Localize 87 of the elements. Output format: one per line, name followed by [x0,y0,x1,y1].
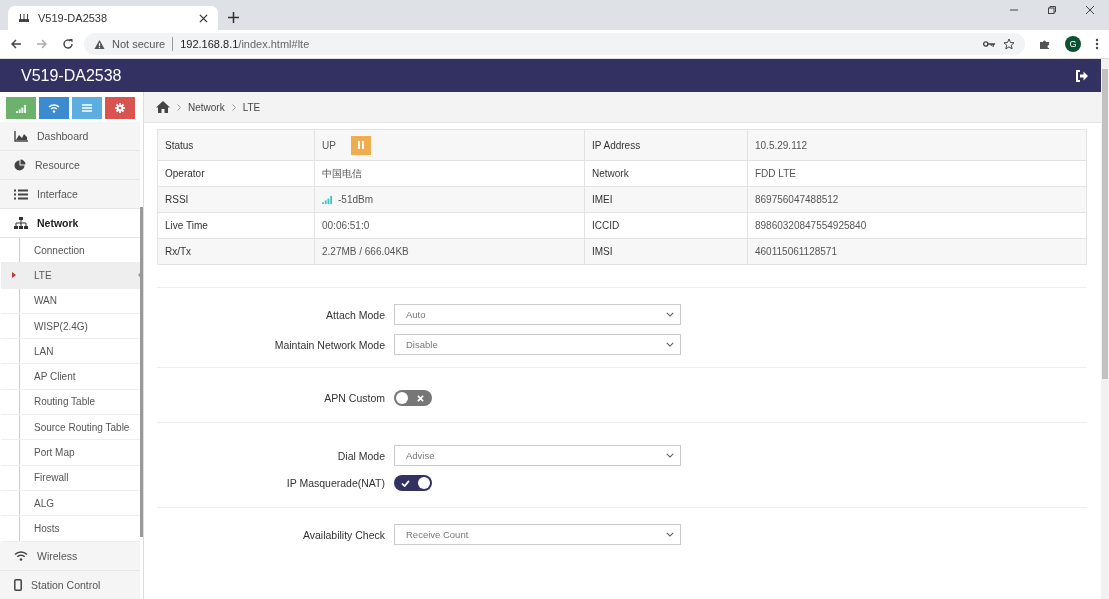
sidebar-item[interactable]: Interface [0,180,140,209]
close-icon[interactable] [1085,5,1095,15]
chevron-down-icon [666,532,674,537]
back-arrow-icon[interactable] [10,38,22,50]
checkmark-icon [401,479,410,487]
wifi-icon [14,550,28,562]
list-icon [14,188,28,200]
table-cell: 460115061128571 [747,238,1087,265]
field-label: Maintain Network Mode [273,338,385,351]
scrollbar[interactable] [1101,59,1109,599]
router-icon [18,12,30,24]
menu-icon [82,103,92,113]
dropdown[interactable]: Receive Count [394,524,681,545]
sidebar-item[interactable]: Dashboard [0,122,140,151]
chevron-down-icon [666,453,674,458]
table-cell: 10.5.29.112 [747,129,1087,161]
key-icon[interactable] [983,40,996,48]
table-cell: -51dBm [338,193,373,205]
pie-chart-icon [14,159,26,171]
sitemap-icon [14,217,28,229]
warning-icon [94,38,105,50]
table-cell: Operator [157,160,315,187]
dropdown[interactable]: Disable [394,334,681,355]
dropdown[interactable]: Advise [394,445,681,466]
pause-icon [356,141,365,149]
field-label: Attach Mode [325,308,385,321]
chevron-icon [177,103,181,111]
table-cell: UP [322,139,336,151]
table-cell: Status [157,129,315,161]
field-label: Availability Check [301,528,385,541]
restore-icon[interactable] [1047,5,1057,15]
close-icon[interactable] [199,13,208,23]
table-cell: IMEI [584,186,748,213]
address-bar[interactable]: Not secure 192.168.8.1/index.html#lte [84,33,1025,55]
star-icon[interactable] [1003,38,1015,50]
profile-avatar[interactable]: G [1065,36,1081,52]
table-cell: 2.27MB / 666.04KB [322,246,409,257]
scrollbar[interactable] [140,207,143,537]
signal-icon [15,103,27,113]
sidebar-subitem[interactable]: LTE [1,263,140,289]
field-label: APN Custom [323,392,385,404]
field-label: IP Masquerade(NAT) [285,477,385,489]
device-title: V519-DA2538 [21,66,122,85]
security-label: Not secure [112,38,166,50]
quick-button[interactable] [39,97,69,119]
sidebar-item[interactable]: Resource [0,151,140,180]
cross-icon [417,394,424,402]
toggle-switch[interactable] [394,475,432,491]
table-cell: IP Address [584,129,748,161]
chevron-down-icon [666,312,674,317]
table-cell: RSSI [157,186,315,213]
quick-button[interactable] [6,97,36,119]
breadcrumb-item[interactable]: Network [188,101,225,113]
table-cell: Rx/Tx [157,238,315,265]
caret-icon [12,272,16,279]
browser-tab[interactable]: V519-DA2538 [8,6,218,30]
table-cell: ICCID [584,212,748,239]
chevron-icon [231,103,236,111]
table-cell: 中国电信 [322,166,362,181]
table-cell: Network [584,160,748,187]
dropdown[interactable]: Auto [394,304,681,325]
plus-icon[interactable] [228,12,239,23]
sidebar-item[interactable]: Station Control [0,570,140,599]
table-cell: Live Time [157,212,315,239]
field-label: Dial Mode [336,449,385,462]
settings-icon [115,103,125,113]
toggle-switch[interactable] [394,390,432,406]
chevron-down-icon [666,342,674,347]
phone-icon [14,578,22,591]
sidebar-item[interactable]: Wireless [0,541,140,571]
table-cell: 00:06:51:0 [322,220,370,231]
tab-title: V519-DA2538 [38,12,109,24]
area-chart-icon [14,130,28,142]
menu-icon[interactable] [1095,38,1099,50]
url-text: 192.168.8.1/index.html#lte [180,38,310,50]
table-cell: 89860320847554925840 [747,212,1087,239]
home-icon[interactable] [156,101,170,113]
table-cell: FDD LTE [747,160,1087,187]
signal-icon [322,194,333,204]
reload-icon[interactable] [62,38,74,50]
table-cell: 869756047488512 [747,186,1087,213]
puzzle-icon[interactable] [1039,38,1051,50]
wifi-icon [48,103,60,113]
table-cell: IMSI [584,238,748,265]
logout-icon[interactable] [1075,69,1089,82]
quick-button[interactable] [105,97,135,119]
breadcrumb-item[interactable]: LTE [242,101,261,113]
